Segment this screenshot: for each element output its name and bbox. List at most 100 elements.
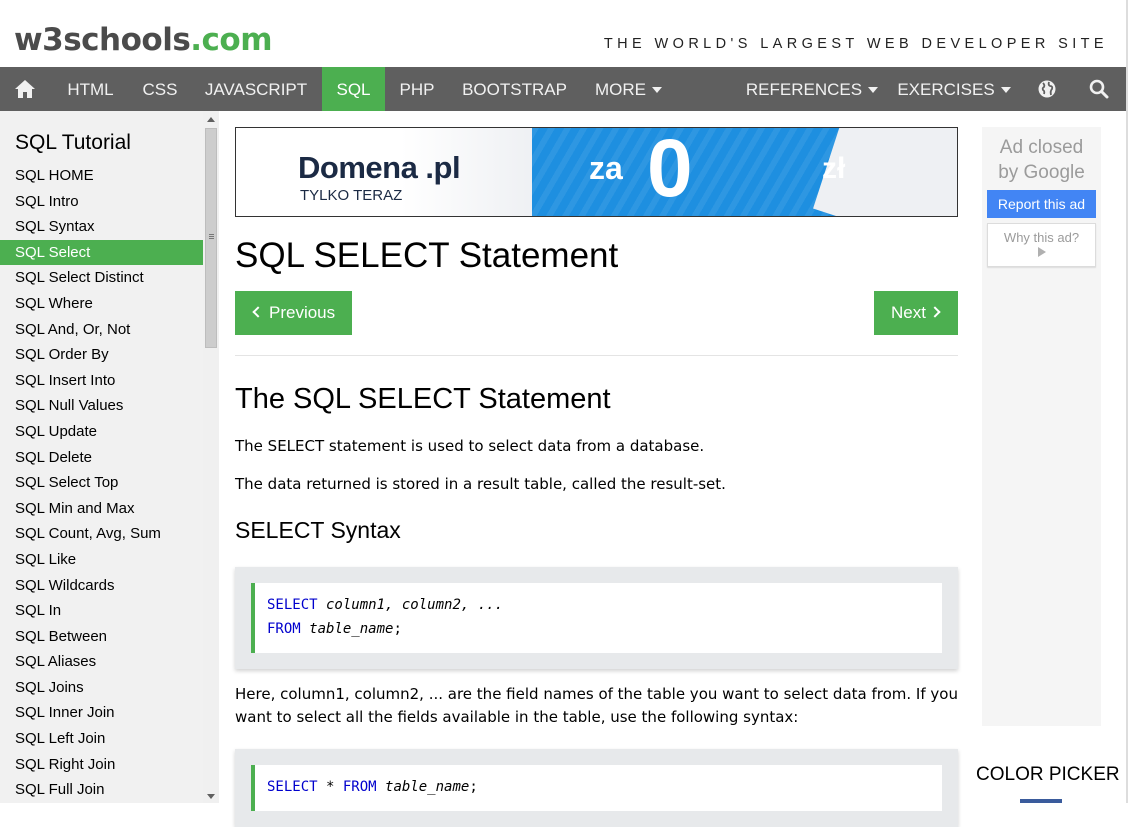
nav-css[interactable]: CSS: [131, 67, 189, 111]
nav-exercises-label: EXERCISES: [897, 80, 995, 99]
intro-paragraph: The SELECT statement is used to select d…: [235, 437, 705, 455]
why-this-ad-button[interactable]: Why this ad?: [987, 223, 1096, 267]
banner-za: za: [589, 150, 623, 186]
code-semicolon: ;: [469, 779, 478, 795]
banner-subtext: TYLKO TERAZ: [300, 187, 403, 204]
scrollbar-thumb[interactable]: [205, 128, 217, 348]
code-block[interactable]: SELECT column1, column2, ... FROM table_…: [251, 583, 942, 653]
search-button[interactable]: [1076, 67, 1122, 111]
sidebar-item[interactable]: SQL Aliases: [0, 649, 203, 675]
next-button[interactable]: Next: [874, 291, 958, 335]
nav-javascript[interactable]: JAVASCRIPT: [189, 67, 323, 111]
sidebar-item[interactable]: SQL HOME: [0, 163, 203, 189]
globe-icon: [1038, 80, 1056, 98]
code-columns: column1, column2, ...: [317, 597, 504, 613]
sidebar-item[interactable]: SQL Count, Avg, Sum: [0, 521, 203, 547]
scroll-down-arrow-icon[interactable]: [207, 794, 215, 799]
sidebar-item[interactable]: SQL Min and Max: [0, 496, 203, 522]
color-picker-heading: COLOR PICKER: [976, 764, 1120, 785]
sidebar-title: SQL Tutorial: [15, 131, 131, 154]
sidebar-list: SQL HOME SQL Intro SQL Syntax SQL Select…: [0, 163, 203, 803]
scroll-up-arrow-icon[interactable]: [207, 117, 215, 122]
site-header: w3schools.com THE WORLD'S LARGEST WEB DE…: [0, 0, 1128, 67]
ad-banner[interactable]: Domena .pl TYLKO TERAZ za 0 zł: [235, 127, 958, 217]
nav-sql[interactable]: SQL: [322, 67, 385, 111]
sidebar-item[interactable]: SQL Between: [0, 624, 203, 650]
code-block[interactable]: SELECT * FROM table_name;: [251, 765, 942, 811]
sidebar-item[interactable]: SQL Left Join: [0, 726, 203, 752]
sidebar-item[interactable]: SQL Full Join: [0, 777, 203, 803]
caret-down-icon: [1000, 86, 1011, 93]
sidebar-item[interactable]: SQL Syntax: [0, 214, 203, 240]
divider: [235, 355, 958, 356]
banner-left-panel: Domena .pl TYLKO TERAZ: [236, 128, 536, 216]
ad-closed-notice: Ad closed by Google: [982, 135, 1101, 185]
ad-closed-line2: by Google: [998, 162, 1085, 183]
banner-right-panel: za 0 zł: [532, 127, 957, 216]
nav-exercises[interactable]: EXERCISES: [887, 67, 1021, 111]
sidebar-item[interactable]: SQL Inner Join: [0, 700, 203, 726]
sidebar-item[interactable]: SQL Delete: [0, 445, 203, 471]
sidebar-item[interactable]: SQL Right Join: [0, 752, 203, 778]
nav-bootstrap[interactable]: BOOTSTRAP: [449, 67, 580, 111]
sidebar-item[interactable]: SQL Null Values: [0, 393, 203, 419]
code-table: table_name: [376, 779, 470, 795]
sidebar-item[interactable]: SQL In: [0, 598, 203, 624]
code-line: SELECT column1, column2, ...: [267, 593, 930, 617]
sidebar-scrollbar[interactable]: [203, 111, 219, 803]
sidebar-item[interactable]: SQL Insert Into: [0, 368, 203, 394]
sidebar: SQL Tutorial SQL HOME SQL Intro SQL Synt…: [0, 111, 203, 803]
sidebar-item[interactable]: SQL Select Distinct: [0, 265, 203, 291]
sql-keyword: SELECT: [267, 779, 318, 795]
nav-more-label: MORE: [595, 80, 646, 99]
nav-more[interactable]: MORE: [580, 67, 677, 111]
nav-html[interactable]: HTML: [50, 67, 131, 111]
site-tagline: THE WORLD'S LARGEST WEB DEVELOPER SITE: [603, 36, 1108, 52]
sql-keyword: FROM: [342, 779, 377, 795]
nav-references[interactable]: REFERENCES: [737, 67, 887, 111]
ad-closed-line1: Ad closed: [999, 137, 1084, 158]
banner-currency: zł: [822, 152, 846, 185]
sidebar-item[interactable]: SQL Like: [0, 547, 203, 573]
sidebar-item[interactable]: SQL Select Top: [0, 470, 203, 496]
top-navbar: HTML CSS JAVASCRIPT SQL PHP BOOTSTRAP MO…: [0, 67, 1128, 111]
result-set-paragraph: The data returned is stored in a result …: [235, 475, 726, 493]
why-this-ad-label: Why this ad?: [1003, 230, 1080, 245]
adchoices-icon: [1037, 247, 1046, 257]
section-title: The SQL SELECT Statement: [235, 383, 611, 415]
home-icon: [15, 80, 35, 98]
sidebar-item[interactable]: SQL And, Or, Not: [0, 317, 203, 343]
previous-button[interactable]: Previous: [235, 291, 353, 335]
sql-keyword: SELECT: [267, 597, 318, 613]
sidebar-item[interactable]: SQL Order By: [0, 342, 203, 368]
caret-down-icon: [868, 86, 879, 93]
sidebar-item-active[interactable]: SQL Select: [0, 239, 203, 266]
syntax-example-box: SELECT column1, column2, ... FROM table_…: [235, 567, 958, 669]
translate-button[interactable]: [1024, 67, 1070, 111]
logo-text-main: w3schools: [14, 22, 191, 58]
caret-down-icon: [652, 86, 662, 93]
code-line: SELECT * FROM table_name;: [267, 775, 930, 799]
right-ad-slot: Ad closed by Google Report this ad Why t…: [982, 127, 1101, 726]
select-all-example-box: SELECT * FROM table_name;: [235, 749, 958, 827]
home-button[interactable]: [0, 67, 50, 111]
sidebar-item[interactable]: SQL Where: [0, 291, 203, 317]
sidebar-item[interactable]: SQL Wildcards: [0, 573, 203, 599]
chevron-left-icon: [252, 305, 264, 318]
previous-label: Previous: [269, 303, 336, 322]
code-star: *: [317, 779, 343, 795]
site-logo[interactable]: w3schools.com: [14, 20, 273, 60]
report-ad-button[interactable]: Report this ad: [987, 190, 1096, 218]
nav-php[interactable]: PHP: [385, 67, 449, 111]
sidebar-item[interactable]: SQL Update: [0, 419, 203, 445]
color-picker-swatch[interactable]: [1020, 799, 1062, 803]
sidebar-item[interactable]: SQL Joins: [0, 675, 203, 701]
banner-zero: 0: [647, 127, 693, 214]
nav-references-label: REFERENCES: [745, 80, 863, 99]
next-label: Next: [891, 303, 926, 322]
banner-brand: Domena .pl: [298, 150, 461, 185]
search-icon: [1089, 79, 1109, 99]
sidebar-item[interactable]: SQL Intro: [0, 189, 203, 215]
code-semicolon: ;: [393, 621, 402, 637]
sql-keyword: FROM: [267, 621, 301, 637]
